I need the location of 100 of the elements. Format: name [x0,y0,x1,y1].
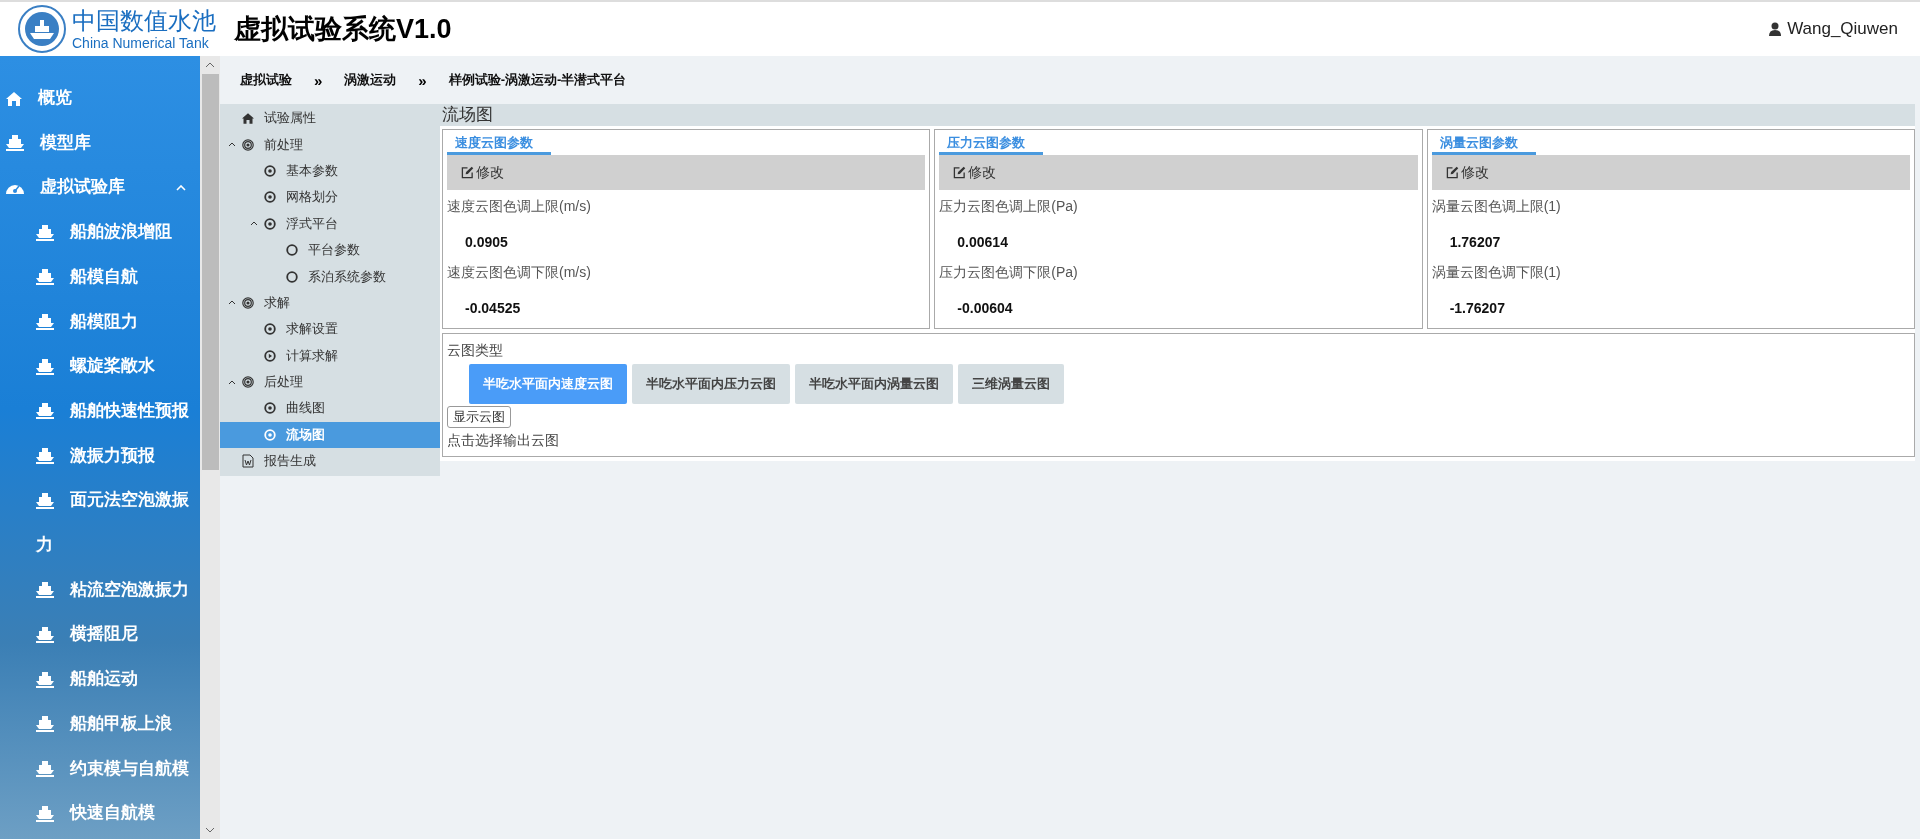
scrollbar[interactable] [200,56,220,839]
tree-item[interactable]: 前处理 [220,131,440,158]
edit-button[interactable]: 修改 [461,163,504,182]
home-icon [6,91,22,106]
ship-icon [36,626,54,643]
tree-item[interactable]: 计算求解 [220,342,440,369]
ship-icon [36,582,54,599]
dot-circle-icon [264,428,276,441]
circle-icon [286,270,298,283]
breadcrumb-separator: » [314,71,323,89]
caret-icon[interactable] [228,379,236,385]
tree-item[interactable]: 试验属性 [220,105,440,132]
field-value: 0.0905 [465,234,509,250]
sidebar-item[interactable]: 激振力预报 [0,433,200,479]
breadcrumb-link[interactable]: 样例试验-涡激运动-半潜式平台 [448,71,627,89]
sidebar-item[interactable]: 横摇阻尼 [0,612,200,658]
circle-icon [286,244,298,257]
field-value: -1.76207 [1449,300,1506,316]
tree-item[interactable]: 基本参数 [220,157,440,185]
tree-item[interactable]: 求解 [220,289,440,317]
sidebar-item[interactable]: 船模自航 [0,254,200,300]
sidebar-item[interactable]: 概览 [0,76,200,121]
hint-text: 点击选择输出云图 [447,432,559,450]
document-icon [242,454,254,469]
tree-item[interactable]: 报告生成 [220,448,440,475]
logo-subtitle: China Numerical Tank [72,35,210,50]
sidebar-item[interactable]: 面元法空泡激振力 [0,478,200,568]
tree-item[interactable]: 网格划分 [220,184,440,211]
field-label: 速度云图色调上限(m/s) [447,198,592,216]
field-value: -0.04525 [465,300,522,316]
play-circle-icon [264,349,276,362]
sidebar-item[interactable]: 船模阻力 [0,299,200,345]
scroll-thumb[interactable] [201,74,219,470]
dot-circle-icon [264,402,276,415]
caret-icon[interactable] [228,142,236,148]
show-cloud-button[interactable]: 显示云图 [447,406,511,428]
breadcrumb-link[interactable]: 虚拟试验 [240,71,292,89]
field-value: 0.00614 [957,234,1009,250]
breadcrumb-link[interactable]: 涡激运动 [344,71,397,89]
section-title: 流场图 [440,104,1915,126]
dot-circle-icon [264,217,276,230]
caret-icon[interactable] [250,221,258,227]
sidebar-item[interactable]: 虚拟试验库 [0,165,200,211]
app-title: 虚拟试验系统V1.0 [234,13,452,46]
field-label: 涡量云图色调下限(1) [1431,264,1562,282]
ship-icon [36,492,54,509]
logo-title: 中国数值水池 [72,8,216,33]
target-icon [242,296,254,309]
field-label: 压力云图色调下限(Pa) [939,264,1079,282]
ship-icon [36,403,54,420]
edit-button[interactable]: 修改 [953,163,997,182]
sidebar-item[interactable]: 船舶甲板上浪 [0,701,200,747]
scroll-up-icon[interactable] [205,62,215,68]
sidebar-item[interactable]: 船舶运动 [0,657,200,702]
tree-item[interactable]: 求解设置 [220,316,440,343]
target-icon [242,376,254,389]
tree-item[interactable]: 后处理 [220,368,440,396]
ship-icon [36,716,54,733]
cloud-type-option[interactable]: 半吃水平面内压力云图 [632,364,790,404]
dot-circle-icon [264,323,276,336]
breadcrumb-separator: » [418,71,427,89]
dot-circle-icon [264,164,276,177]
field-label: 云图类型 [447,342,503,360]
ship-icon [36,224,54,241]
ship-emblem-icon [18,5,66,53]
ship-icon [36,448,54,465]
edit-icon [1445,166,1459,179]
tree-item[interactable]: 曲线图 [220,395,440,422]
field-label: 速度云图色调下限(m/s) [447,264,592,282]
tree-item[interactable]: 浮式平台 [220,210,440,237]
ship-icon [36,314,54,331]
edit-icon [461,166,474,179]
caret-icon[interactable] [228,300,236,306]
ship-icon [36,761,54,778]
cloud-type-option[interactable]: 半吃水平面内涡量云图 [795,364,953,404]
user-icon [1769,22,1782,36]
ship-icon [36,358,54,375]
edit-icon [953,166,967,179]
field-label: 压力云图色调上限(Pa) [939,198,1079,216]
target-icon [242,138,254,151]
sidebar-item[interactable]: 螺旋桨敞水 [0,344,200,389]
sidebar-item[interactable]: 船舶波浪增阻 [0,210,200,255]
sidebar-item[interactable]: 粘流空泡激振力 [0,567,200,613]
user-name[interactable]: Wang_Qiuwen [1787,19,1898,39]
ship-icon [36,269,54,286]
cloud-type-option[interactable]: 三维涡量云图 [958,364,1064,404]
sidebar-item[interactable]: 模型库 [0,120,200,166]
tree-item[interactable]: 平台参数 [220,236,440,264]
dot-circle-icon [264,191,276,204]
home-icon [242,112,254,124]
scroll-down-icon[interactable] [205,827,215,833]
tree-item[interactable]: 系泊系统参数 [220,263,440,290]
ship-icon [36,805,54,822]
ship-icon [36,671,54,688]
field-value: 1.76207 [1449,234,1502,250]
edit-button[interactable]: 修改 [1445,163,1489,182]
ship-icon [6,135,24,152]
field-value: -0.00604 [957,300,1014,316]
sidebar-item[interactable]: 船舶快速性预报 [0,388,200,434]
field-label: 涡量云图色调上限(1) [1431,198,1562,216]
